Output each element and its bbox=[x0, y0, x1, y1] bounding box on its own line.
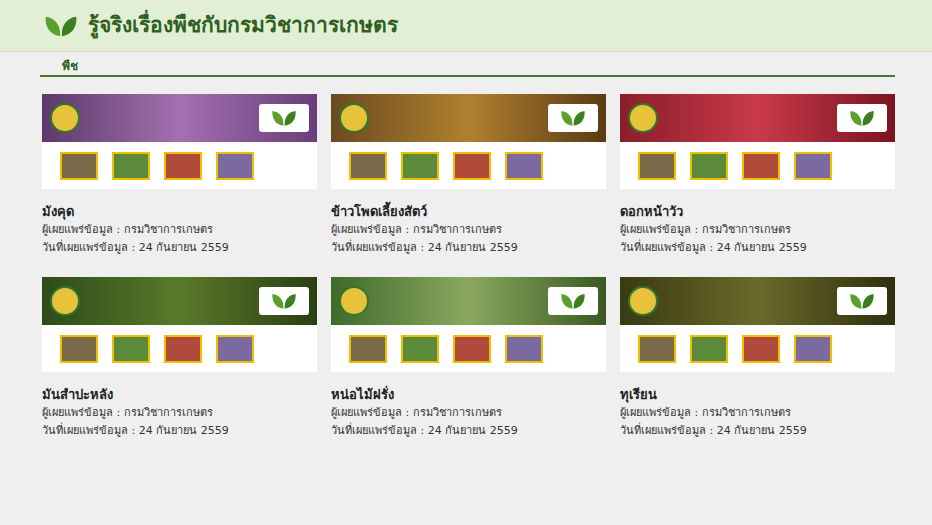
thumbnail bbox=[401, 152, 439, 180]
badge-icon bbox=[548, 104, 598, 132]
card-date: วันที่เผยแพร่ข้อมูล : 24 กันยายน 2559 bbox=[42, 239, 317, 257]
badge-icon bbox=[837, 104, 887, 132]
thumbnail bbox=[742, 152, 780, 180]
thumbnail bbox=[349, 152, 387, 180]
banner-header bbox=[42, 94, 317, 142]
thumbnail bbox=[690, 335, 728, 363]
seal-icon bbox=[339, 103, 369, 133]
banner-header bbox=[331, 277, 606, 325]
card-title[interactable]: มันสำปะหลัง bbox=[42, 386, 317, 404]
card-publisher: ผู้เผยแพร่ข้อมูล : กรมวิชาการเกษตร bbox=[42, 221, 317, 239]
section-label[interactable]: พืช bbox=[40, 58, 895, 74]
card-publisher: ผู้เผยแพร่ข้อมูล : กรมวิชาการเกษตร bbox=[331, 221, 606, 239]
badge-icon bbox=[259, 104, 309, 132]
thumbnail bbox=[690, 152, 728, 180]
thumbnail bbox=[349, 335, 387, 363]
banner-header bbox=[331, 94, 606, 142]
section-divider bbox=[40, 75, 895, 77]
thumbnail bbox=[742, 335, 780, 363]
leaf-icon bbox=[849, 109, 875, 127]
card-publisher: ผู้เผยแพร่ข้อมูล : กรมวิชาการเกษตร bbox=[620, 404, 895, 422]
thumbnail bbox=[164, 335, 202, 363]
banner-thumbnails bbox=[331, 325, 606, 372]
banner-header bbox=[620, 94, 895, 142]
card-banner[interactable] bbox=[42, 94, 317, 189]
banner-thumbnails bbox=[42, 325, 317, 372]
card-date: วันที่เผยแพร่ข้อมูล : 24 กันยายน 2559 bbox=[620, 422, 895, 440]
thumbnail bbox=[216, 335, 254, 363]
badge-icon bbox=[259, 287, 309, 315]
banner-thumbnails bbox=[42, 142, 317, 189]
banner-thumbnails bbox=[331, 142, 606, 189]
seal-icon bbox=[50, 103, 80, 133]
thumbnail bbox=[401, 335, 439, 363]
card-title[interactable]: ข้าวโพดเลี้ยงสัตว์ bbox=[331, 203, 606, 221]
logo-leaf-icon bbox=[44, 14, 78, 38]
card-date: วันที่เผยแพร่ข้อมูล : 24 กันยายน 2559 bbox=[331, 422, 606, 440]
plant-card[interactable]: มังคุดผู้เผยแพร่ข้อมูล : กรมวิชาการเกษตร… bbox=[42, 94, 317, 257]
thumbnail bbox=[794, 152, 832, 180]
header-title: รู้จริงเรื่องพืชกับกรมวิชาการเกษตร bbox=[88, 13, 398, 38]
seal-icon bbox=[50, 286, 80, 316]
leaf-icon bbox=[271, 109, 297, 127]
seal-icon bbox=[628, 286, 658, 316]
card-banner[interactable] bbox=[331, 94, 606, 189]
card-banner[interactable] bbox=[331, 277, 606, 372]
seal-icon bbox=[339, 286, 369, 316]
plant-card[interactable]: มันสำปะหลังผู้เผยแพร่ข้อมูล : กรมวิชาการ… bbox=[42, 277, 317, 440]
banner-thumbnails bbox=[620, 325, 895, 372]
thumbnail bbox=[60, 152, 98, 180]
thumbnail bbox=[505, 335, 543, 363]
leaf-icon bbox=[271, 292, 297, 310]
thumbnail bbox=[112, 335, 150, 363]
plant-card[interactable]: หน่อไม้ฝรั่งผู้เผยแพร่ข้อมูล : กรมวิชากา… bbox=[331, 277, 606, 440]
card-date: วันที่เผยแพร่ข้อมูล : 24 กันยายน 2559 bbox=[331, 239, 606, 257]
thumbnail bbox=[794, 335, 832, 363]
leaf-icon bbox=[849, 292, 875, 310]
plant-card[interactable]: ดอกหน้าวัวผู้เผยแพร่ข้อมูล : กรมวิชาการเ… bbox=[620, 94, 895, 257]
badge-icon bbox=[548, 287, 598, 315]
app-header: รู้จริงเรื่องพืชกับกรมวิชาการเกษตร bbox=[0, 0, 932, 52]
card-publisher: ผู้เผยแพร่ข้อมูล : กรมวิชาการเกษตร bbox=[42, 404, 317, 422]
card-publisher: ผู้เผยแพร่ข้อมูล : กรมวิชาการเกษตร bbox=[331, 404, 606, 422]
banner-thumbnails bbox=[620, 142, 895, 189]
thumbnail bbox=[638, 152, 676, 180]
card-title[interactable]: มังคุด bbox=[42, 203, 317, 221]
thumbnail bbox=[453, 152, 491, 180]
card-date: วันที่เผยแพร่ข้อมูล : 24 กันยายน 2559 bbox=[42, 422, 317, 440]
thumbnail bbox=[638, 335, 676, 363]
badge-icon bbox=[837, 287, 887, 315]
card-date: วันที่เผยแพร่ข้อมูล : 24 กันยายน 2559 bbox=[620, 239, 895, 257]
plant-card[interactable]: ทุเรียนผู้เผยแพร่ข้อมูล : กรมวิชาการเกษต… bbox=[620, 277, 895, 440]
card-title[interactable]: หน่อไม้ฝรั่ง bbox=[331, 386, 606, 404]
card-banner[interactable] bbox=[620, 277, 895, 372]
card-publisher: ผู้เผยแพร่ข้อมูล : กรมวิชาการเกษตร bbox=[620, 221, 895, 239]
card-title[interactable]: ทุเรียน bbox=[620, 386, 895, 404]
plant-card[interactable]: ข้าวโพดเลี้ยงสัตว์ผู้เผยแพร่ข้อมูล : กรม… bbox=[331, 94, 606, 257]
card-banner[interactable] bbox=[42, 277, 317, 372]
leaf-icon bbox=[560, 109, 586, 127]
leaf-icon bbox=[560, 292, 586, 310]
thumbnail bbox=[112, 152, 150, 180]
thumbnail bbox=[164, 152, 202, 180]
card-banner[interactable] bbox=[620, 94, 895, 189]
card-grid: มังคุดผู้เผยแพร่ข้อมูล : กรมวิชาการเกษตร… bbox=[0, 77, 932, 440]
thumbnail bbox=[505, 152, 543, 180]
thumbnail bbox=[60, 335, 98, 363]
card-title[interactable]: ดอกหน้าวัว bbox=[620, 203, 895, 221]
thumbnail bbox=[216, 152, 254, 180]
thumbnail bbox=[453, 335, 491, 363]
banner-header bbox=[620, 277, 895, 325]
banner-header bbox=[42, 277, 317, 325]
section-header: พืช bbox=[0, 52, 932, 77]
seal-icon bbox=[628, 103, 658, 133]
